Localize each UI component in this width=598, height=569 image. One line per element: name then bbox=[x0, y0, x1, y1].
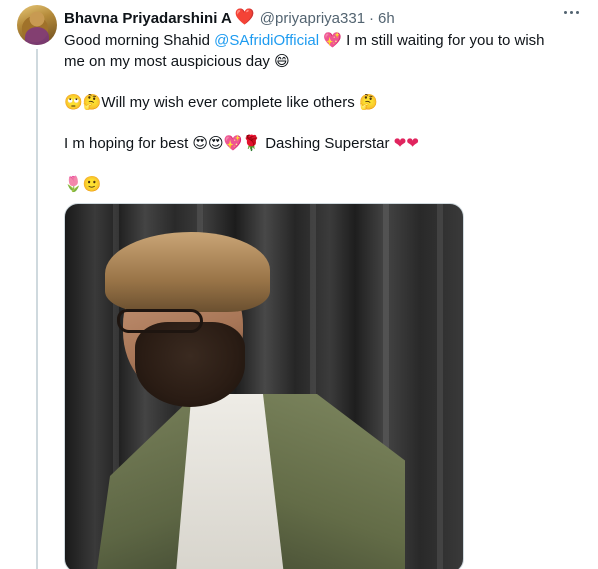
mention-link[interactable]: @SAfridiOfficial bbox=[214, 32, 319, 49]
text-greeting: Good morning Shahid bbox=[64, 32, 215, 49]
tweet-photo[interactable] bbox=[64, 203, 464, 569]
grin-emoji: 😄 bbox=[274, 52, 290, 70]
author-handle[interactable]: @priyapriya331 bbox=[260, 10, 365, 27]
tweet-paragraph-3: I m hoping for best 😍😍💖🌹 Dashing Superst… bbox=[64, 133, 569, 154]
heart-icon: ❤️ bbox=[234, 9, 255, 26]
tweet-paragraph-2: 🙄🤔Will my wish ever complete like others… bbox=[64, 92, 569, 113]
header-separator: · bbox=[369, 9, 375, 27]
text-hoping: I m hoping for best bbox=[64, 135, 193, 152]
tweet-header: Bhavna Priyadarshini A ❤️ @priyapriya331… bbox=[64, 8, 598, 28]
tweet-text: Good morning Shahid @SAfridiOfficial 💖 I… bbox=[64, 30, 569, 195]
tweet-timestamp[interactable]: 6h bbox=[378, 10, 395, 27]
text-wish: Will my wish ever complete like others bbox=[101, 94, 359, 111]
photo-glasses bbox=[117, 309, 203, 333]
more-horizontal-icon[interactable] bbox=[559, 4, 583, 20]
tweet-paragraph-1: Good morning Shahid @SAfridiOfficial 💖 I… bbox=[64, 30, 569, 72]
tweet-paragraph-4: 🌷🙂 bbox=[64, 174, 569, 195]
photo-hair bbox=[105, 232, 270, 312]
thread-line bbox=[36, 49, 38, 569]
author-display-name[interactable]: Bhavna Priyadarshini A bbox=[64, 10, 232, 27]
heart-eyes-rose-emoji: 😍😍💖🌹 bbox=[192, 134, 262, 152]
sparkling-heart-emoji: 💖 bbox=[323, 31, 342, 49]
avatar[interactable] bbox=[17, 5, 57, 45]
tulip-smile-emoji: 🌷🙂 bbox=[64, 175, 102, 193]
tweet[interactable]: Bhavna Priyadarshini A ❤️ @priyapriya331… bbox=[0, 0, 598, 569]
photo-beard bbox=[135, 322, 245, 407]
thinking-emoji: 🤔 bbox=[358, 93, 378, 111]
text-dashing: Dashing Superstar bbox=[265, 135, 394, 152]
hearts-emoji: ❤❤ bbox=[393, 134, 419, 152]
eyeroll-thinking-emoji: 🙄🤔 bbox=[64, 93, 102, 111]
